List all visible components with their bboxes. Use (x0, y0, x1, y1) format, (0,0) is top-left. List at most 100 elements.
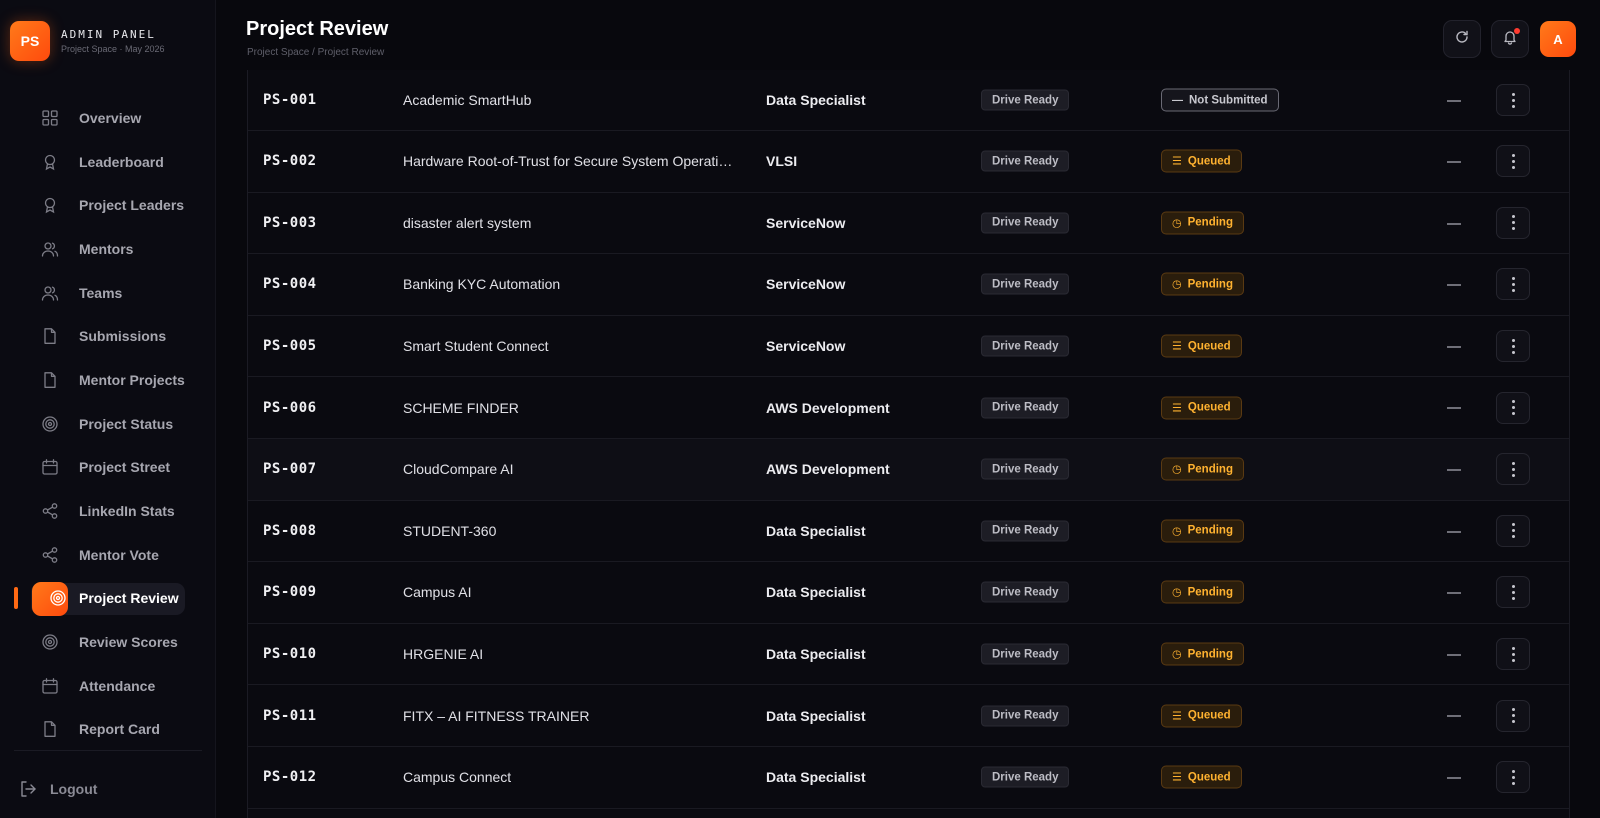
target-icon (41, 415, 59, 433)
drive-badge: Drive Ready (981, 766, 1070, 788)
drive-badge: Drive Ready (981, 520, 1070, 542)
status-badge: ◷ Pending (1161, 519, 1244, 543)
project-id: PS-002 (263, 153, 317, 170)
sidebar-item-overview[interactable]: Overview (14, 96, 190, 140)
table-row[interactable]: PS-009 Campus AI Data Specialist Drive Read… (248, 562, 1569, 624)
brand-title: ADMIN PANEL (61, 28, 156, 41)
score-placeholder-dash (1447, 653, 1461, 656)
more-vertical-icon (1511, 646, 1515, 662)
status-label: Queued (1187, 340, 1231, 353)
sidebar-item-label: Report Card (79, 721, 160, 738)
breadcrumb: Project Space / Project Review (247, 47, 385, 58)
row-actions-button[interactable] (1496, 638, 1530, 671)
drive-badge: Drive Ready (981, 458, 1070, 480)
row-actions-button[interactable] (1496, 453, 1530, 486)
file-icon (41, 720, 59, 738)
page-title: Project Review (246, 18, 389, 40)
dash-icon: — (1172, 94, 1183, 106)
file-icon (41, 371, 59, 389)
table-row[interactable]: PS-010 HRGENIE AI Data Specialist Drive Rea… (248, 624, 1569, 686)
project-domain: VLSI (766, 153, 798, 170)
sidebar-item-submissions[interactable]: Submissions (14, 314, 190, 358)
status-label: Pending (1187, 463, 1233, 476)
table-row[interactable]: PS-011 FITX – AI FITNESS TRAINER Data Spec… (248, 685, 1569, 747)
sidebar-item-project-street[interactable]: Project Street (14, 446, 190, 490)
table-row[interactable]: PS-002 Hardware Root-of-Trust for Secure … (248, 131, 1569, 193)
table-row[interactable]: PS-006 SCHEME FINDER AWS Development Drive … (248, 377, 1569, 439)
row-actions-button[interactable] (1496, 761, 1530, 794)
row-actions-button[interactable] (1496, 330, 1530, 363)
list-icon: ☰ (1172, 710, 1182, 723)
more-vertical-icon (1511, 523, 1515, 539)
table-row[interactable]: PS-003 disaster alert system ServiceNow Dri… (248, 193, 1569, 255)
sidebar-item-label: Project Status (79, 415, 174, 432)
row-actions-button[interactable] (1496, 206, 1530, 239)
table-row[interactable]: PS-007 CloudCompare AI AWS Development Driv… (248, 438, 1569, 501)
drive-badge: Drive Ready (981, 150, 1070, 172)
sidebar-item-project-leaders[interactable]: Project Leaders (14, 183, 190, 227)
table-row[interactable]: PS-001 Academic SmartHub Data Specialist Dr… (248, 70, 1569, 131)
sidebar-item-mentors[interactable]: Mentors (14, 227, 190, 271)
sidebar-item-project-status[interactable]: Project Status (14, 402, 190, 446)
score-placeholder-dash (1447, 530, 1461, 533)
sidebar-item-project-review[interactable]: Project Review (14, 577, 190, 621)
notifications-button[interactable] (1491, 20, 1529, 58)
logout-button[interactable]: Logout (18, 779, 97, 799)
row-actions-button[interactable] (1496, 514, 1530, 547)
score-placeholder-dash (1447, 345, 1461, 348)
status-badge: ☰ Queued (1161, 704, 1242, 728)
avatar[interactable]: A (1540, 21, 1576, 57)
score-placeholder-dash (1447, 222, 1461, 225)
project-id: PS-005 (263, 338, 317, 355)
sidebar-item-report-card[interactable]: Report Card (14, 708, 190, 752)
project-id: PS-009 (263, 584, 317, 601)
sidebar-nav: Overview Leaderboard Project Leaders Mentor… (14, 96, 190, 751)
project-domain: AWS Development (766, 399, 890, 416)
status-badge: ◷ Pending (1161, 272, 1244, 296)
row-actions-button[interactable] (1496, 84, 1530, 116)
sidebar-item-attendance[interactable]: Attendance (14, 664, 190, 708)
sidebar-item-label: Project Leaders (79, 197, 185, 214)
drive-badge: Drive Ready (981, 643, 1070, 665)
sidebar-item-leaderboard[interactable]: Leaderboard (14, 140, 190, 184)
row-actions-button[interactable] (1496, 576, 1530, 609)
sidebar-item-review-scores[interactable]: Review Scores (14, 620, 190, 664)
table-row[interactable]: PS-004 Banking KYC Automation ServiceNow Dr… (248, 254, 1569, 316)
table-row[interactable]: PS-008 STUDENT-360 Data Specialist Drive Re… (248, 501, 1569, 563)
more-vertical-icon (1511, 338, 1515, 354)
sidebar-item-mentor-vote[interactable]: Mentor Vote (14, 533, 190, 577)
project-domain: ServiceNow (766, 338, 846, 355)
sidebar-item-linkedin-stats[interactable]: LinkedIn Stats (14, 489, 190, 533)
sidebar-item-label: Mentors (79, 240, 134, 257)
users-icon (41, 240, 59, 258)
more-vertical-icon (1511, 92, 1515, 108)
row-actions-button[interactable] (1496, 699, 1530, 732)
project-domain: Data Specialist (766, 769, 866, 786)
drive-badge: Drive Ready (981, 89, 1070, 111)
status-badge: ◷ Pending (1161, 642, 1244, 666)
project-name: disaster alert system (403, 214, 532, 231)
score-placeholder-dash (1447, 715, 1461, 718)
clock-icon: ◷ (1172, 586, 1182, 599)
sidebar-item-mentor-projects[interactable]: Mentor Projects (14, 358, 190, 402)
score-placeholder-dash (1447, 100, 1461, 102)
table-row[interactable]: PS-012 Campus Connect Data Specialist Drive… (248, 747, 1569, 809)
award-icon (41, 153, 59, 171)
more-vertical-icon (1511, 400, 1515, 416)
row-actions-button[interactable] (1496, 145, 1530, 178)
brand[interactable]: PS ADMIN PANEL Project Space · May 2026 (10, 21, 165, 61)
sidebar-item-label: Teams (79, 284, 123, 301)
table-row[interactable]: PS-005 Smart Student Connect ServiceNow Dri… (248, 316, 1569, 378)
sidebar-item-label: Overview (79, 109, 142, 126)
more-vertical-icon (1511, 769, 1515, 785)
project-domain: Data Specialist (766, 707, 866, 724)
refresh-button[interactable] (1443, 20, 1481, 58)
row-actions-button[interactable] (1496, 268, 1530, 301)
row-actions-button[interactable] (1496, 391, 1530, 424)
project-id: PS-010 (263, 646, 317, 663)
score-placeholder-dash (1447, 284, 1461, 287)
project-name: Campus Connect (403, 769, 512, 786)
clock-icon: ◷ (1172, 217, 1182, 230)
project-domain: ServiceNow (766, 214, 846, 231)
sidebar-item-teams[interactable]: Teams (14, 271, 190, 315)
